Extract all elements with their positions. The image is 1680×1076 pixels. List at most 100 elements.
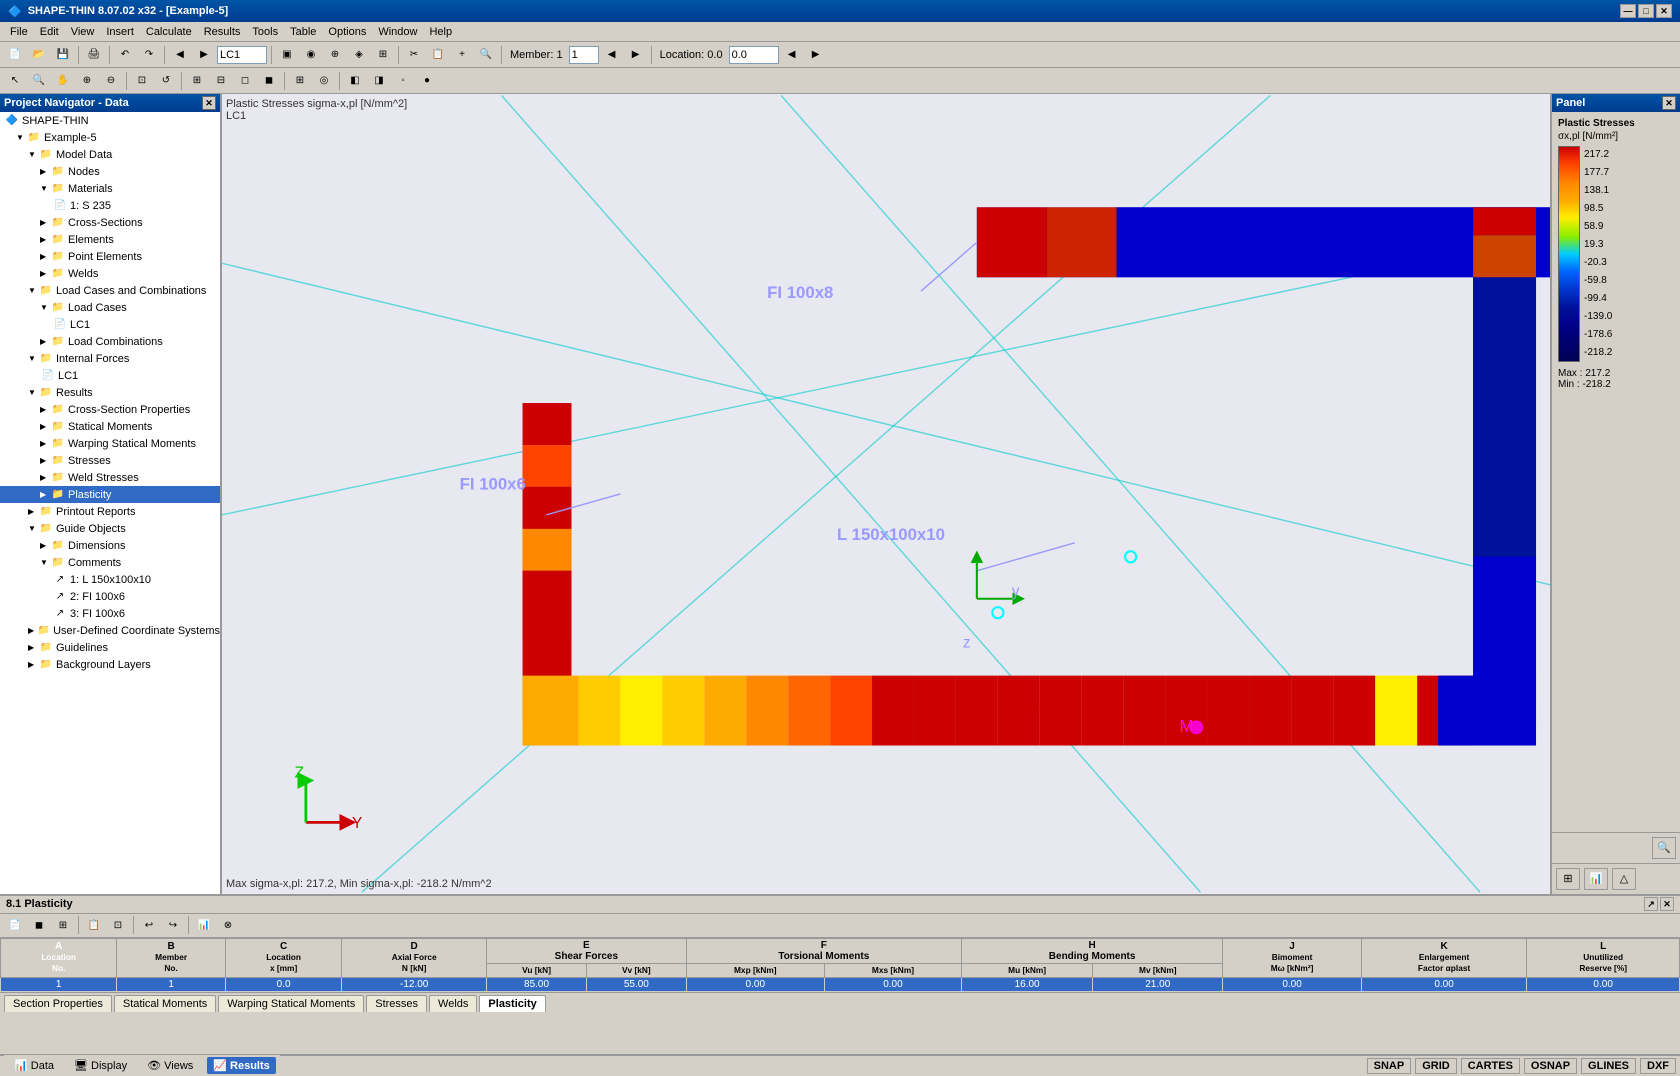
zoom-in-btn[interactable]: ⊕ xyxy=(76,70,98,92)
dxf-button[interactable]: DXF xyxy=(1640,1058,1676,1074)
tree-cs-props[interactable]: ▶ 📁 Cross-Section Properties xyxy=(0,401,220,418)
tree-comment-3[interactable]: ↗ 3: FI 100x6 xyxy=(0,605,220,622)
menu-table[interactable]: Table xyxy=(284,24,322,40)
bt-btn-1[interactable]: 📄 xyxy=(4,914,26,936)
bottom-panel-float-btn[interactable]: ↗ xyxy=(1644,897,1658,911)
tree-dimensions[interactable]: ▶ 📁 Dimensions xyxy=(0,537,220,554)
menu-file[interactable]: File xyxy=(4,24,34,40)
tb-btn-5[interactable]: ⊕ xyxy=(324,44,346,66)
rotate-btn[interactable]: ↺ xyxy=(155,70,177,92)
tb-btn-8[interactable]: ✂ xyxy=(403,44,425,66)
nav-tab-results[interactable]: 📈 Results xyxy=(207,1057,276,1074)
tree-internal-forces[interactable]: ▼ 📁 Internal Forces xyxy=(0,350,220,367)
menu-tools[interactable]: Tools xyxy=(246,24,284,40)
menu-view[interactable]: View xyxy=(65,24,101,40)
snap-button[interactable]: SNAP xyxy=(1367,1058,1412,1074)
render-btn-1[interactable]: ◧ xyxy=(344,70,366,92)
tree-welds[interactable]: ▶ 📁 Welds xyxy=(0,265,220,282)
canvas-area[interactable]: Plastic Stresses sigma-x,pl [N/mm^2] LC1 xyxy=(222,94,1550,894)
menu-options[interactable]: Options xyxy=(322,24,372,40)
member-input[interactable] xyxy=(569,46,599,64)
tb-btn-1[interactable]: ◀ xyxy=(169,44,191,66)
tree-root[interactable]: 🔷 SHAPE-THIN xyxy=(0,112,220,129)
bt-btn-8[interactable]: 📊 xyxy=(193,914,215,936)
tree-stresses[interactable]: ▶ 📁 Stresses xyxy=(0,452,220,469)
tree-comment-2[interactable]: ↗ 2: FI 100x6 xyxy=(0,588,220,605)
tree-example5[interactable]: ▼ 📁 Example-5 xyxy=(0,129,220,146)
tree-load-cases-sub[interactable]: ▼ 📁 Load Cases xyxy=(0,299,220,316)
tree-warp-moments[interactable]: ▶ 📁 Warping Statical Moments xyxy=(0,435,220,452)
tb-btn-9[interactable]: 📋 xyxy=(427,44,449,66)
tree-if-lc1[interactable]: 📄 LC1 xyxy=(0,367,220,384)
redo-btn[interactable]: ↷ xyxy=(138,44,160,66)
prev-location-btn[interactable]: ◀ xyxy=(781,44,803,66)
new-btn[interactable]: 📄 xyxy=(4,44,26,66)
right-panel-close-button[interactable]: ✕ xyxy=(1662,96,1676,110)
menu-help[interactable]: Help xyxy=(423,24,458,40)
nav-tab-data[interactable]: 📊 Data xyxy=(8,1057,60,1074)
bt-btn-4[interactable]: 📋 xyxy=(83,914,105,936)
tree-guidelines[interactable]: ▶ 📁 Guidelines xyxy=(0,639,220,656)
bt-btn-2[interactable]: ◼ xyxy=(28,914,50,936)
maximize-button[interactable]: □ xyxy=(1638,4,1654,18)
bt-btn-9[interactable]: ⊗ xyxy=(217,914,239,936)
tree-cross-sections[interactable]: ▶ 📁 Cross-Sections xyxy=(0,214,220,231)
undo-btn[interactable]: ↶ xyxy=(114,44,136,66)
select-btn[interactable]: ↖ xyxy=(4,70,26,92)
tree-load-combinations[interactable]: ▶ 📁 Load Combinations xyxy=(0,333,220,350)
zoom-out-btn[interactable]: ⊖ xyxy=(100,70,122,92)
tb-btn-4[interactable]: ◉ xyxy=(300,44,322,66)
tree-materials[interactable]: ▼ 📁 Materials xyxy=(0,180,220,197)
nav-tab-views[interactable]: 👁 Views xyxy=(141,1057,199,1074)
tree-lc1[interactable]: 📄 LC1 xyxy=(0,316,220,333)
tree-model-data[interactable]: ▼ 📁 Model Data xyxy=(0,146,220,163)
view-btn-3[interactable]: ◻ xyxy=(234,70,256,92)
menu-calculate[interactable]: Calculate xyxy=(140,24,198,40)
grid-button[interactable]: GRID xyxy=(1415,1058,1457,1074)
save-btn[interactable]: 💾 xyxy=(52,44,74,66)
print-btn[interactable]: 🖨 xyxy=(83,44,105,66)
tree-results[interactable]: ▼ 📁 Results xyxy=(0,384,220,401)
tab-warping-moments[interactable]: Warping Statical Moments xyxy=(218,995,364,1012)
tree-printout[interactable]: ▶ 📁 Printout Reports xyxy=(0,503,220,520)
render-btn-4[interactable]: ● xyxy=(416,70,438,92)
location-input[interactable] xyxy=(729,46,779,64)
loadcase-input[interactable] xyxy=(217,46,267,64)
tb-btn-11[interactable]: 🔍 xyxy=(475,44,497,66)
minimize-button[interactable]: — xyxy=(1620,4,1636,18)
zoom-btn[interactable]: 🔍 xyxy=(28,70,50,92)
tree-comment-1[interactable]: ↗ 1: L 150x100x10 xyxy=(0,571,220,588)
prev-member-btn[interactable]: ◀ xyxy=(601,44,623,66)
rp-tab-table[interactable]: ⊞ xyxy=(1556,868,1580,890)
tree-bg-layers[interactable]: ▶ 📁 Background Layers xyxy=(0,656,220,673)
menu-insert[interactable]: Insert xyxy=(100,24,140,40)
tb-btn-6[interactable]: ◈ xyxy=(348,44,370,66)
tab-welds[interactable]: Welds xyxy=(429,995,477,1012)
bottom-panel-close-btn[interactable]: ✕ xyxy=(1660,897,1674,911)
close-button[interactable]: ✕ xyxy=(1656,4,1672,18)
render-btn-2[interactable]: ◨ xyxy=(368,70,390,92)
panel-close-button[interactable]: ✕ xyxy=(202,96,216,110)
zoom-panel-button[interactable]: 🔍 xyxy=(1652,837,1676,859)
menu-window[interactable]: Window xyxy=(372,24,423,40)
tree-stat-moments[interactable]: ▶ 📁 Statical Moments xyxy=(0,418,220,435)
bt-btn-5[interactable]: ⊡ xyxy=(107,914,129,936)
glines-button[interactable]: GLINES xyxy=(1581,1058,1636,1074)
menu-edit[interactable]: Edit xyxy=(34,24,65,40)
rp-tab-chart[interactable]: 📊 xyxy=(1584,868,1608,890)
tb-btn-3[interactable]: ▣ xyxy=(276,44,298,66)
open-btn[interactable]: 📂 xyxy=(28,44,50,66)
bt-btn-7[interactable]: ↪ xyxy=(162,914,184,936)
tree-weld-stresses[interactable]: ▶ 📁 Weld Stresses xyxy=(0,469,220,486)
tree-load-cases[interactable]: ▼ 📁 Load Cases and Combinations xyxy=(0,282,220,299)
next-location-btn[interactable]: ▶ xyxy=(805,44,827,66)
cartes-button[interactable]: CARTES xyxy=(1461,1058,1520,1074)
next-member-btn[interactable]: ▶ xyxy=(625,44,647,66)
menu-results[interactable]: Results xyxy=(198,24,247,40)
tree-guide-objects[interactable]: ▼ 📁 Guide Objects xyxy=(0,520,220,537)
tree-nodes[interactable]: ▶ 📁 Nodes xyxy=(0,163,220,180)
bt-btn-3[interactable]: ⊞ xyxy=(52,914,74,936)
nav-tab-display[interactable]: 🖥 Display xyxy=(68,1057,133,1074)
tree-comments[interactable]: ▼ 📁 Comments xyxy=(0,554,220,571)
rp-tab-settings[interactable]: △ xyxy=(1612,868,1636,890)
